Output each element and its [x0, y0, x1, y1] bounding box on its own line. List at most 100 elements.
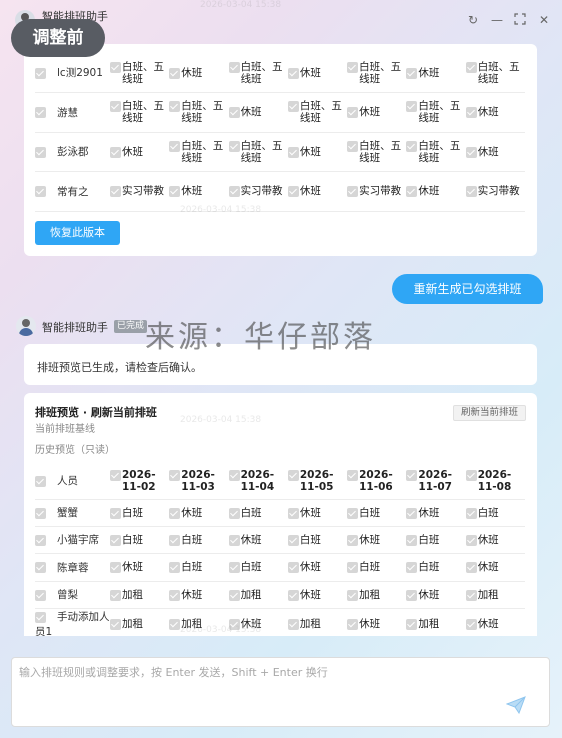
shift-checkbox[interactable] — [347, 619, 359, 630]
date-checkbox[interactable] — [169, 469, 181, 481]
shift-checkbox[interactable] — [465, 507, 477, 519]
shift-checkbox[interactable] — [228, 562, 240, 573]
shift-checkbox[interactable] — [228, 186, 240, 197]
row-checkbox[interactable] — [35, 562, 46, 573]
shift-checkbox[interactable] — [110, 61, 121, 73]
shift-checkbox[interactable] — [169, 534, 181, 546]
shift-checkbox[interactable] — [347, 61, 359, 73]
shift-checkbox[interactable] — [465, 589, 477, 601]
shift-checkbox[interactable] — [287, 146, 299, 158]
shift-checkbox[interactable] — [169, 186, 181, 197]
date-checkbox[interactable] — [406, 469, 418, 481]
shift-checkbox[interactable] — [465, 107, 477, 118]
shift-checkbox[interactable] — [228, 589, 240, 601]
shift-checkbox[interactable] — [169, 562, 181, 573]
send-icon[interactable] — [505, 696, 526, 715]
restore-version-button[interactable]: 恢复此版本 — [35, 221, 120, 245]
shift-checkbox[interactable] — [347, 107, 359, 118]
shift-checkbox[interactable] — [287, 589, 299, 601]
shift-checkbox[interactable] — [228, 507, 240, 519]
shift-checkbox[interactable] — [228, 140, 240, 152]
row-checkbox[interactable] — [35, 507, 46, 519]
shift-checkbox[interactable] — [287, 534, 299, 546]
row-checkbox[interactable] — [35, 589, 46, 601]
shift-checkbox[interactable] — [110, 534, 121, 546]
shift-checkbox[interactable] — [110, 146, 121, 158]
shift-item: 休班 — [110, 561, 169, 573]
shift-cell: 休班 — [465, 553, 525, 582]
shift-checkbox[interactable] — [228, 61, 240, 73]
shift-checkbox[interactable] — [169, 140, 181, 152]
shift-checkbox[interactable] — [406, 507, 418, 519]
shift-checkbox[interactable] — [287, 186, 299, 197]
shift-checkbox[interactable] — [110, 562, 121, 573]
shift-checkbox[interactable] — [287, 562, 299, 573]
shift-checkbox[interactable] — [465, 562, 477, 573]
date-checkbox[interactable] — [228, 469, 240, 481]
date-checkbox[interactable] — [287, 469, 299, 481]
shift-checkbox[interactable] — [406, 101, 418, 112]
shift-checkbox[interactable] — [465, 534, 477, 546]
shift-checkbox[interactable] — [169, 507, 181, 519]
header-date-cell: 2026-11-03 — [169, 463, 229, 500]
shift-checkbox[interactable] — [287, 67, 299, 79]
shift-checkbox[interactable] — [347, 140, 359, 152]
shift-checkbox[interactable] — [110, 589, 121, 601]
shift-checkbox[interactable] — [347, 507, 359, 519]
row-checkbox[interactable] — [35, 107, 46, 118]
shift-checkbox[interactable] — [406, 619, 418, 630]
person-cell: 蟹蟹 — [35, 499, 110, 527]
shift-checkbox[interactable] — [110, 186, 121, 197]
date-checkbox[interactable] — [110, 469, 121, 481]
message-input[interactable] — [19, 664, 539, 684]
shift-checkbox[interactable] — [228, 534, 240, 546]
shift-checkbox[interactable] — [169, 101, 181, 112]
shift-checkbox[interactable] — [406, 140, 418, 152]
minimize-icon[interactable]: — — [490, 13, 504, 27]
row-checkbox[interactable] — [35, 611, 46, 623]
shift-label: 白班 — [181, 533, 203, 546]
shift-checkbox[interactable] — [465, 146, 477, 158]
shift-checkbox[interactable] — [347, 589, 359, 601]
shift-checkbox[interactable] — [347, 534, 359, 546]
shift-checkbox[interactable] — [465, 186, 477, 197]
shift-checkbox[interactable] — [406, 534, 418, 546]
maximize-icon[interactable] — [513, 13, 527, 27]
person-name: 游慧 — [57, 106, 78, 119]
row-checkbox[interactable] — [35, 186, 46, 197]
shift-checkbox[interactable] — [347, 186, 359, 197]
shift-checkbox[interactable] — [228, 619, 240, 630]
shift-checkbox[interactable] — [169, 619, 181, 630]
shift-checkbox[interactable] — [169, 589, 181, 601]
shift-checkbox[interactable] — [465, 61, 477, 73]
row-checkbox[interactable] — [35, 146, 46, 158]
shift-checkbox[interactable] — [347, 562, 359, 573]
shift-checkbox[interactable] — [406, 186, 418, 197]
shift-checkbox[interactable] — [228, 107, 240, 118]
select-all-checkbox[interactable] — [35, 475, 46, 487]
refresh-icon[interactable]: ↻ — [466, 13, 480, 27]
shift-item: 休班 — [465, 106, 525, 118]
shift-item: 休班 — [465, 534, 525, 546]
shift-checkbox[interactable] — [110, 101, 121, 112]
shift-label: 加租 — [299, 618, 321, 630]
refresh-schedule-button[interactable]: 刷新当前排班 — [453, 405, 526, 421]
close-icon[interactable]: ✕ — [537, 13, 551, 27]
shift-checkbox[interactable] — [287, 507, 299, 519]
row-checkbox[interactable] — [35, 534, 46, 546]
shift-checkbox[interactable] — [110, 619, 121, 630]
shift-checkbox[interactable] — [169, 67, 181, 79]
date-header: 2026-11-02 — [110, 469, 169, 493]
shift-checkbox[interactable] — [406, 67, 418, 79]
shift-checkbox[interactable] — [287, 619, 299, 630]
shift-checkbox[interactable] — [406, 589, 418, 601]
row-checkbox[interactable] — [35, 67, 46, 79]
shift-checkbox[interactable] — [287, 101, 299, 112]
chat-scroll-area[interactable]: lc测2901 白班、五线班 休班 白班、五线班 休班 白班、五线班 休班 白班、五线班 游慧白… — [0, 44, 562, 636]
date-checkbox[interactable] — [347, 469, 359, 481]
message-input-box[interactable] — [11, 657, 550, 727]
shift-checkbox[interactable] — [465, 619, 477, 630]
shift-checkbox[interactable] — [110, 507, 121, 519]
shift-checkbox[interactable] — [406, 562, 418, 573]
date-checkbox[interactable] — [465, 469, 477, 481]
